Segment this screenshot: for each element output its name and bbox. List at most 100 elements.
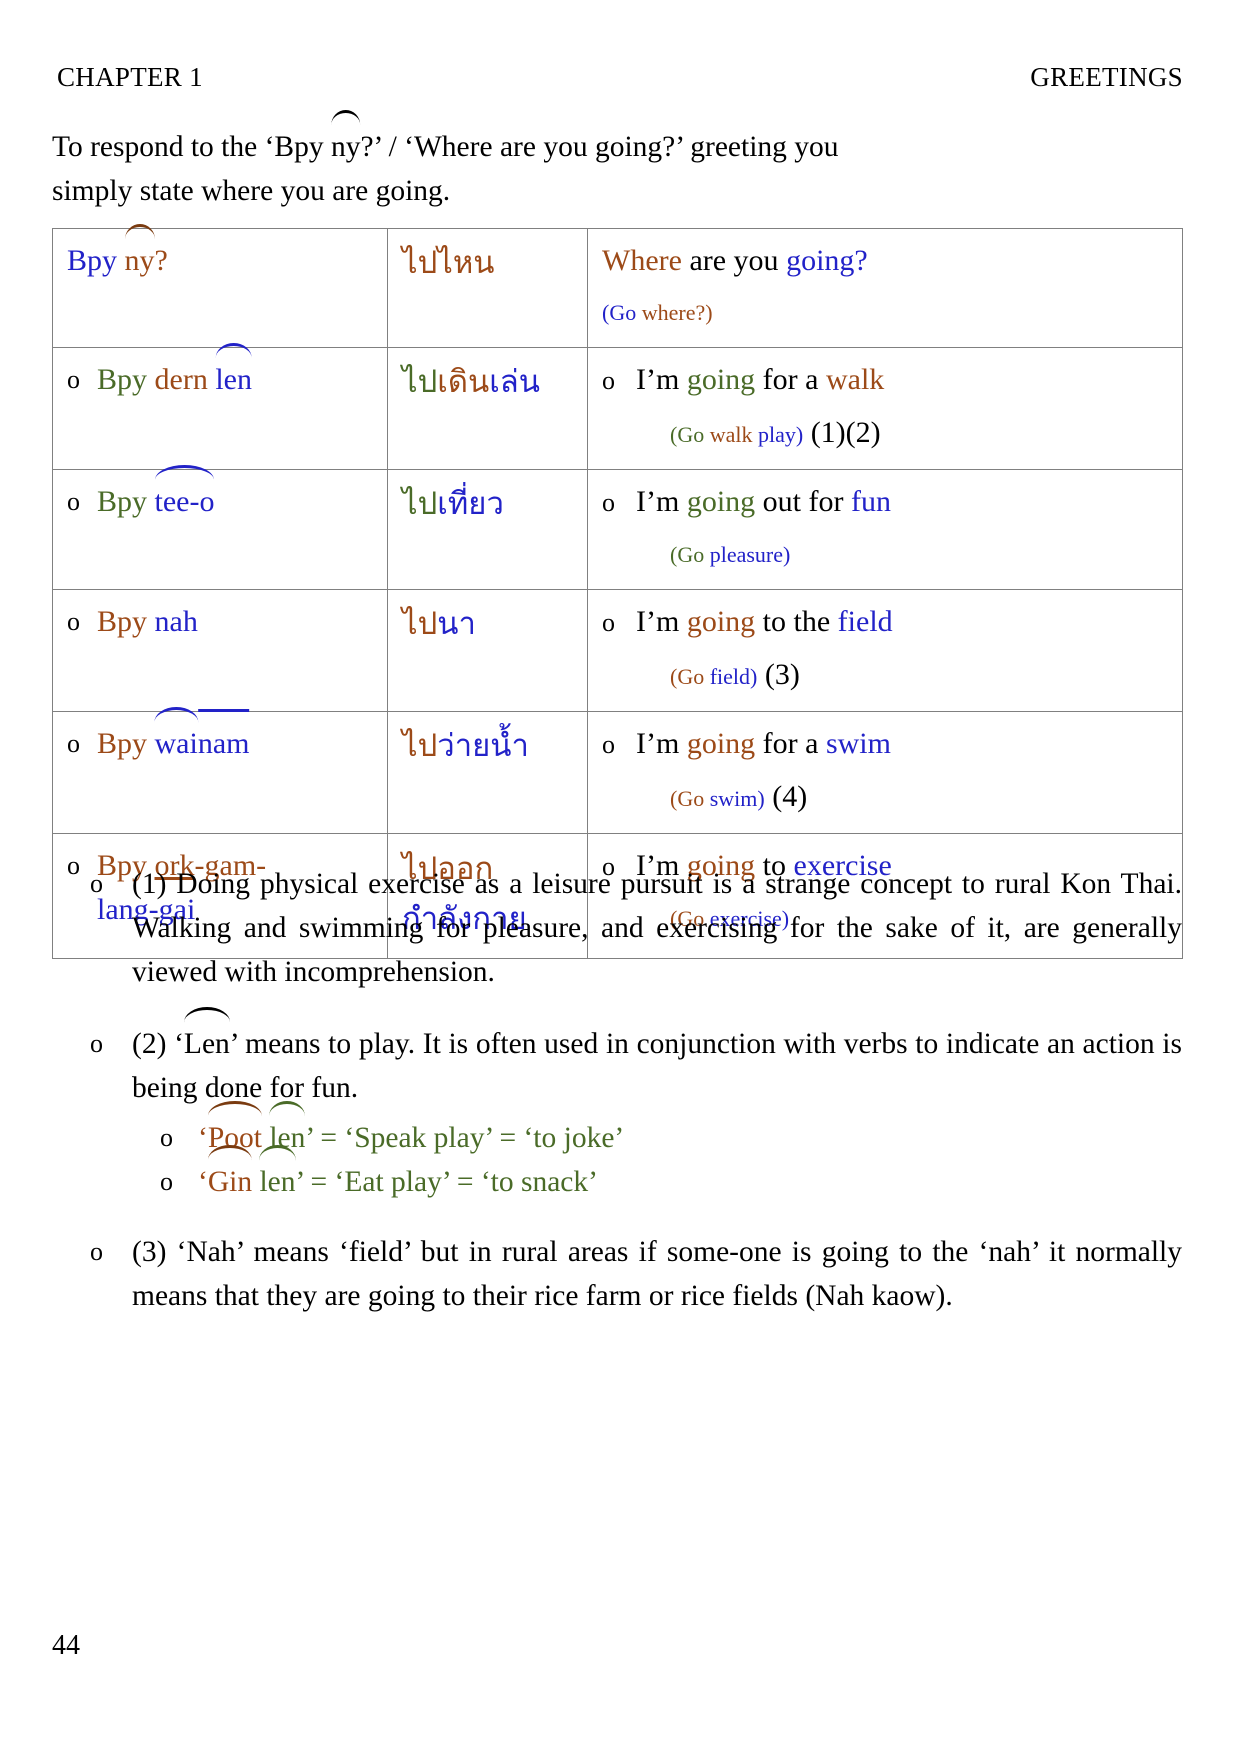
subnote-1-m2: len <box>269 1122 306 1154</box>
note-item-1: o (1) Doing physical exercise as a leisu… <box>52 862 1182 994</box>
gloss-segment: play) <box>757 422 804 447</box>
subnote-1-text: ‘Poot len’ = ‘Speak play’ = ‘to joke’ <box>198 1101 625 1160</box>
roman-words: Bpy dern len <box>97 343 252 402</box>
subnote-2-p3: ’ = ‘Eat play’ = ‘to snack’ <box>295 1166 598 1198</box>
cell-thai: ไปนา <box>387 589 588 712</box>
subnote-2-p1: ‘ <box>198 1166 208 1198</box>
intro-text-part2: ?’ / ‘Where are you going?’ greeting you <box>360 131 839 163</box>
running-head: CHAPTER 1 GREETINGS <box>57 62 1183 93</box>
subnote-1-p3: ’ = ‘Speak play’ = ‘to joke’ <box>305 1122 625 1154</box>
footnote-refs: (3) <box>757 658 800 691</box>
table-header-row: Bpy ny? ไปไหน Where are you going? (Go w… <box>52 224 1183 348</box>
marked-syllable: len <box>215 343 252 402</box>
tone-mark-icon <box>183 1007 230 1024</box>
header-cell-romanization: Bpy ny? <box>52 224 388 348</box>
header-thai-text: ไปไหน <box>402 245 495 280</box>
thai-line: ไปนา <box>402 600 573 647</box>
vocabulary-table: Bpy ny? ไปไหน Where are you going? (Go w… <box>52 224 1183 959</box>
gin-marked: Gin <box>207 1145 253 1204</box>
header-areyou: are you <box>681 244 787 277</box>
roman-line: o Bpy wai nam <box>67 707 373 766</box>
cell-romanization: o Bpy nah <box>52 589 388 712</box>
english-segment: swim <box>825 727 891 760</box>
roman-line: o Bpy dern len <box>67 343 373 402</box>
thai-line: ไปว่ายน้ำ <box>402 722 573 769</box>
english-segment: out for <box>755 485 851 518</box>
roman-segment: Bpy <box>97 605 155 638</box>
syllable-text: len <box>215 363 252 396</box>
roman-cell-inner: o Bpy wai nam <box>53 707 387 796</box>
roman-segment: Bpy <box>97 485 155 518</box>
table-row: o Bpy tee-o ไปเที่ยว o I’m going out for fun… <box>52 465 1183 590</box>
english-line: o I’m going for a walk <box>602 358 1168 403</box>
list-bullet: o <box>67 487 80 516</box>
subnote-2-m1: Gin <box>207 1166 253 1198</box>
english-segment: I’m <box>636 727 687 760</box>
english-cell-inner: o I’m going to the field (Go field) (3) <box>588 590 1182 711</box>
thai-segment: เดิน <box>437 364 490 399</box>
intro-line-1: To respond to the ‘Bpy ny?’ / ‘Where are… <box>52 110 1182 169</box>
subnote-bullet: o <box>160 1123 173 1152</box>
english-cell-inner: o I’m going out for fun (Go pleasure) <box>588 470 1182 589</box>
note-bullet: o <box>90 1029 103 1058</box>
english-segment: I’m <box>636 363 687 396</box>
header-roman-cell-inner: Bpy ny? <box>53 224 387 313</box>
gloss-segment: (Go <box>670 422 710 447</box>
note-item-2: o (2) ‘Len’ means to play. It is often u… <box>52 1007 1182 1110</box>
roman-segment: Bpy <box>97 363 155 396</box>
subnote-bullet: o <box>160 1167 173 1196</box>
subnote-1-m1: Poot <box>207 1122 262 1154</box>
vocabulary-table-wrapper: Bpy ny? ไปไหน Where are you going? (Go w… <box>52 224 1183 959</box>
english-cell-inner: o I’m going for a walk (Go walk play) (1)(… <box>588 348 1182 469</box>
note-item-3: o (3) ‘Nah’ means ‘field’ but in rural a… <box>52 1230 1182 1318</box>
marked-syllable: tee-o <box>154 465 215 524</box>
len-marked-word: Len <box>183 1007 230 1066</box>
gloss-segment: walk <box>709 422 758 447</box>
thai-line: ไปเที่ยว <box>402 480 573 527</box>
english-segment: to the <box>755 605 838 638</box>
tone-mark-icon <box>330 110 361 127</box>
header-english-line: Where are you going? <box>602 239 1168 283</box>
list-bullet: o <box>602 488 615 517</box>
running-head-section: GREETINGS <box>1030 62 1183 92</box>
roman-words: Bpy nah <box>97 600 198 644</box>
roman-cell-inner: o Bpy tee-o <box>53 465 387 554</box>
cell-romanization: o Bpy tee-o <box>52 465 388 590</box>
gloss-segment: swim) <box>709 786 765 811</box>
gloss-segment: (Go <box>670 542 710 567</box>
header-english-cell-inner: Where are you going? (Go where?) <box>588 229 1182 347</box>
running-head-chapter: CHAPTER 1 <box>57 62 203 92</box>
subnote-item-1: o ‘Poot len’ = ‘Speak play’ = ‘to joke’ <box>160 1101 1182 1160</box>
len-marked: len <box>269 1101 306 1160</box>
thai-segment: ว่ายน้ำ <box>437 728 529 763</box>
english-line: o I’m going to the field <box>602 600 1168 645</box>
roman-segment: Bpy <box>97 727 155 760</box>
len-marked-2: len <box>259 1145 296 1204</box>
subnote-2-p2 <box>252 1166 259 1198</box>
subnote-item-2: o ‘Gin len’ = ‘Eat play’ = ‘to snack’ <box>160 1145 1182 1204</box>
gloss-segment: field) <box>709 664 758 689</box>
note-bullet: o <box>90 1237 103 1266</box>
header-thai-cell-inner: ไปไหน <box>388 229 587 313</box>
syllable-text: tee-o <box>154 485 215 518</box>
header-ny-marked: ny <box>124 224 155 283</box>
note-3-text: (3) ‘Nah’ means ‘field’ but in rural are… <box>132 1236 1182 1312</box>
english-segment: fun <box>851 485 891 518</box>
roman-words: Bpy wai nam <box>97 707 250 766</box>
table-row: o Bpy nah ไปนา o I’m going to the field (Go f… <box>52 589 1183 712</box>
header-going: going? <box>786 244 868 277</box>
cell-english: o I’m going out for fun (Go pleasure) <box>587 469 1183 590</box>
cell-thai: ไปว่ายน้ำ <box>387 711 588 834</box>
subnote-2-text: ‘Gin len’ = ‘Eat play’ = ‘to snack’ <box>198 1145 598 1204</box>
thai-segment: ไป <box>402 486 438 521</box>
english-segment: for a <box>755 363 826 396</box>
header-ny-qmark: ? <box>154 244 168 277</box>
english-segment: going <box>686 727 756 760</box>
intro-line-2: simply state where you are going. <box>52 175 451 207</box>
marked-syllable: wai <box>154 707 198 766</box>
header-gloss-go: (Go <box>602 300 642 325</box>
marked-syllable: nam <box>197 709 250 766</box>
note-2-text: (2) ‘Len’ means to play. It is often use… <box>132 1007 1182 1110</box>
thai-cell-inner: ไปว่ายน้ำ <box>388 712 587 796</box>
header-roman-line: Bpy ny? <box>67 224 373 283</box>
